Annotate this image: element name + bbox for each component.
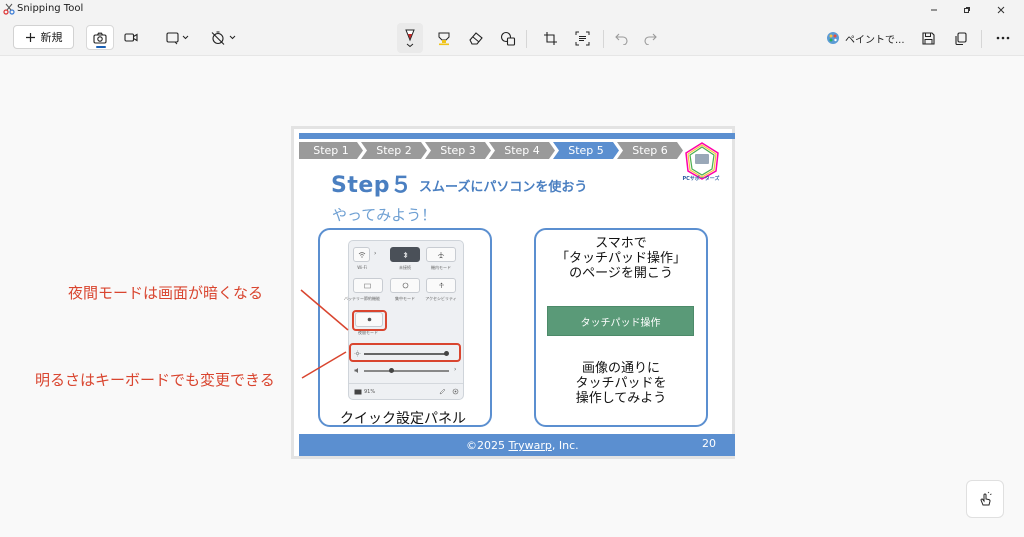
- annotation-lines: [300, 289, 349, 379]
- night-mode-arrow: [300, 289, 349, 331]
- brightness-arrow: [301, 351, 347, 379]
- hand-touch-icon: [980, 491, 992, 506]
- feedback-button[interactable]: [966, 480, 1004, 518]
